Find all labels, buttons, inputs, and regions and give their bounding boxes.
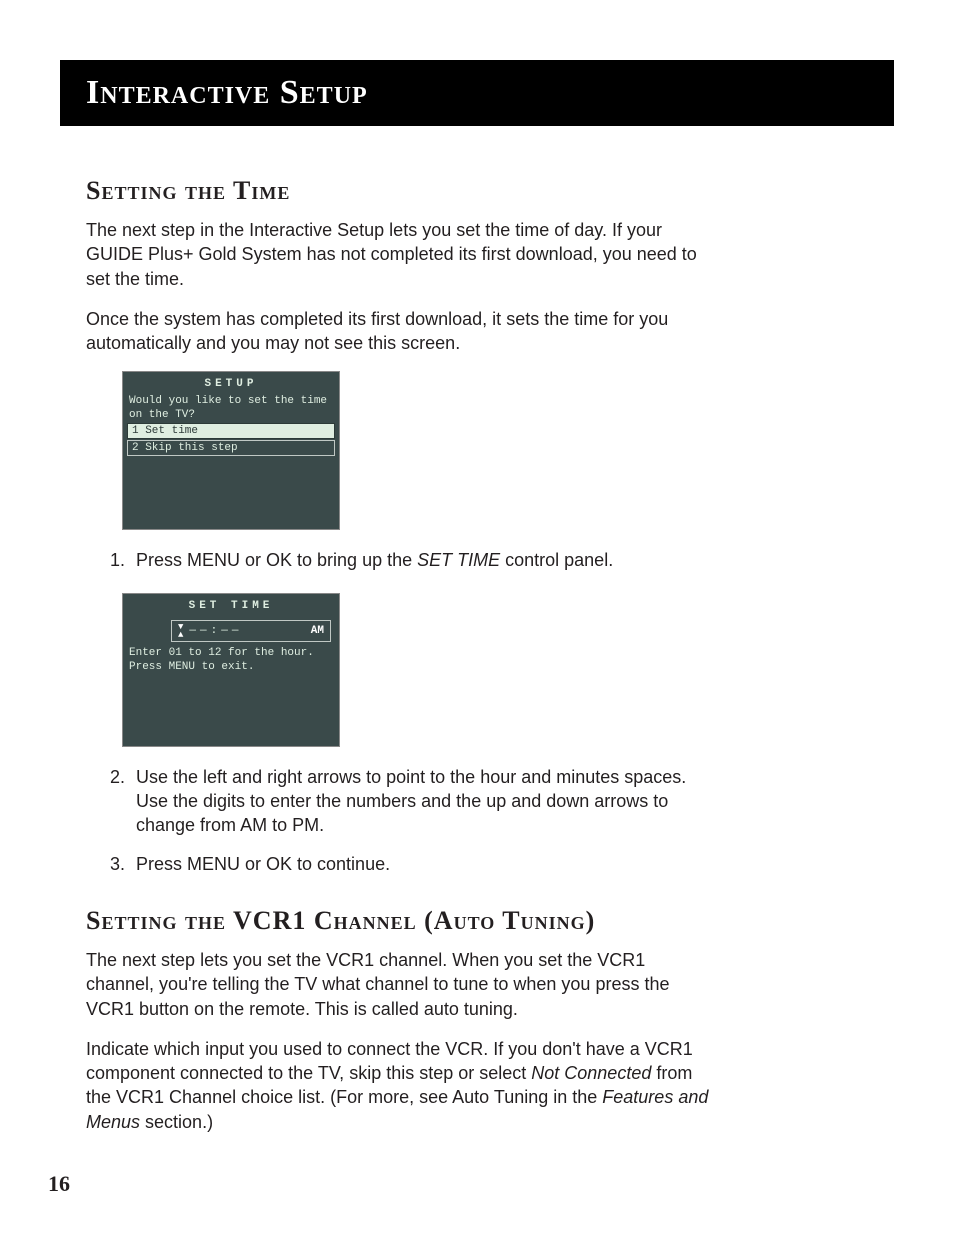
osd-help-text: Enter 01 to 12 for the hour. [123,646,339,660]
chapter-banner: Interactive Setup [60,60,894,126]
paragraph: Indicate which input you used to connect… [86,1037,714,1134]
time-placeholder: — [200,625,207,637]
step-text: control panel. [500,550,613,570]
osd-title: SETUP [123,372,339,394]
manual-page: Interactive Setup Setting the Time The n… [0,0,954,1190]
time-placeholder: — [232,625,239,637]
paragraph: Once the system has completed its first … [86,307,714,356]
osd-help-text: Press MENU to exit. [123,660,339,674]
time-colon: : [211,625,218,637]
osd-time-field: ▼▲ — — : — — AM [171,620,331,642]
instruction-step: Use the left and right arrows to point t… [130,765,714,838]
osd-option-skip: 2 Skip this step [127,440,335,456]
tv-screenshot-setup: SETUP Would you like to set the time on … [122,371,340,530]
paragraph: The next step in the Interactive Setup l… [86,218,714,291]
page-number: 16 [48,1171,70,1197]
text-run: section.) [140,1112,213,1132]
osd-option-set-time: 1 Set time [127,423,335,439]
osd-prompt: on the TV? [123,408,339,422]
chapter-title: Interactive Setup [86,74,868,112]
time-placeholder: — [221,625,228,637]
tv-screenshot-settime: SET TIME ▼▲ — — : — — AM Enter 01 to 12 … [122,593,340,747]
instruction-list: Press MENU or OK to bring up the SET TIM… [104,548,714,572]
osd-prompt: Would you like to set the time [123,394,339,408]
arrow-updown-icon: ▼▲ [178,623,185,639]
section-heading-vcr1: Setting the VCR1 Channel (Auto Tuning) [86,906,894,936]
step-text-italic: SET TIME [417,550,500,570]
paragraph: The next step lets you set the VCR1 chan… [86,948,714,1021]
osd-title: SET TIME [123,594,339,616]
section-heading-time: Setting the Time [86,176,894,206]
step-text: Press MENU or OK to bring up the [136,550,417,570]
time-ampm: AM [311,625,324,637]
instruction-list: Use the left and right arrows to point t… [104,765,714,876]
time-placeholder: — [189,625,196,637]
instruction-step: Press MENU or OK to bring up the SET TIM… [130,548,714,572]
text-run-italic: Not Connected [531,1063,651,1083]
instruction-step: Press MENU or OK to continue. [130,852,714,876]
